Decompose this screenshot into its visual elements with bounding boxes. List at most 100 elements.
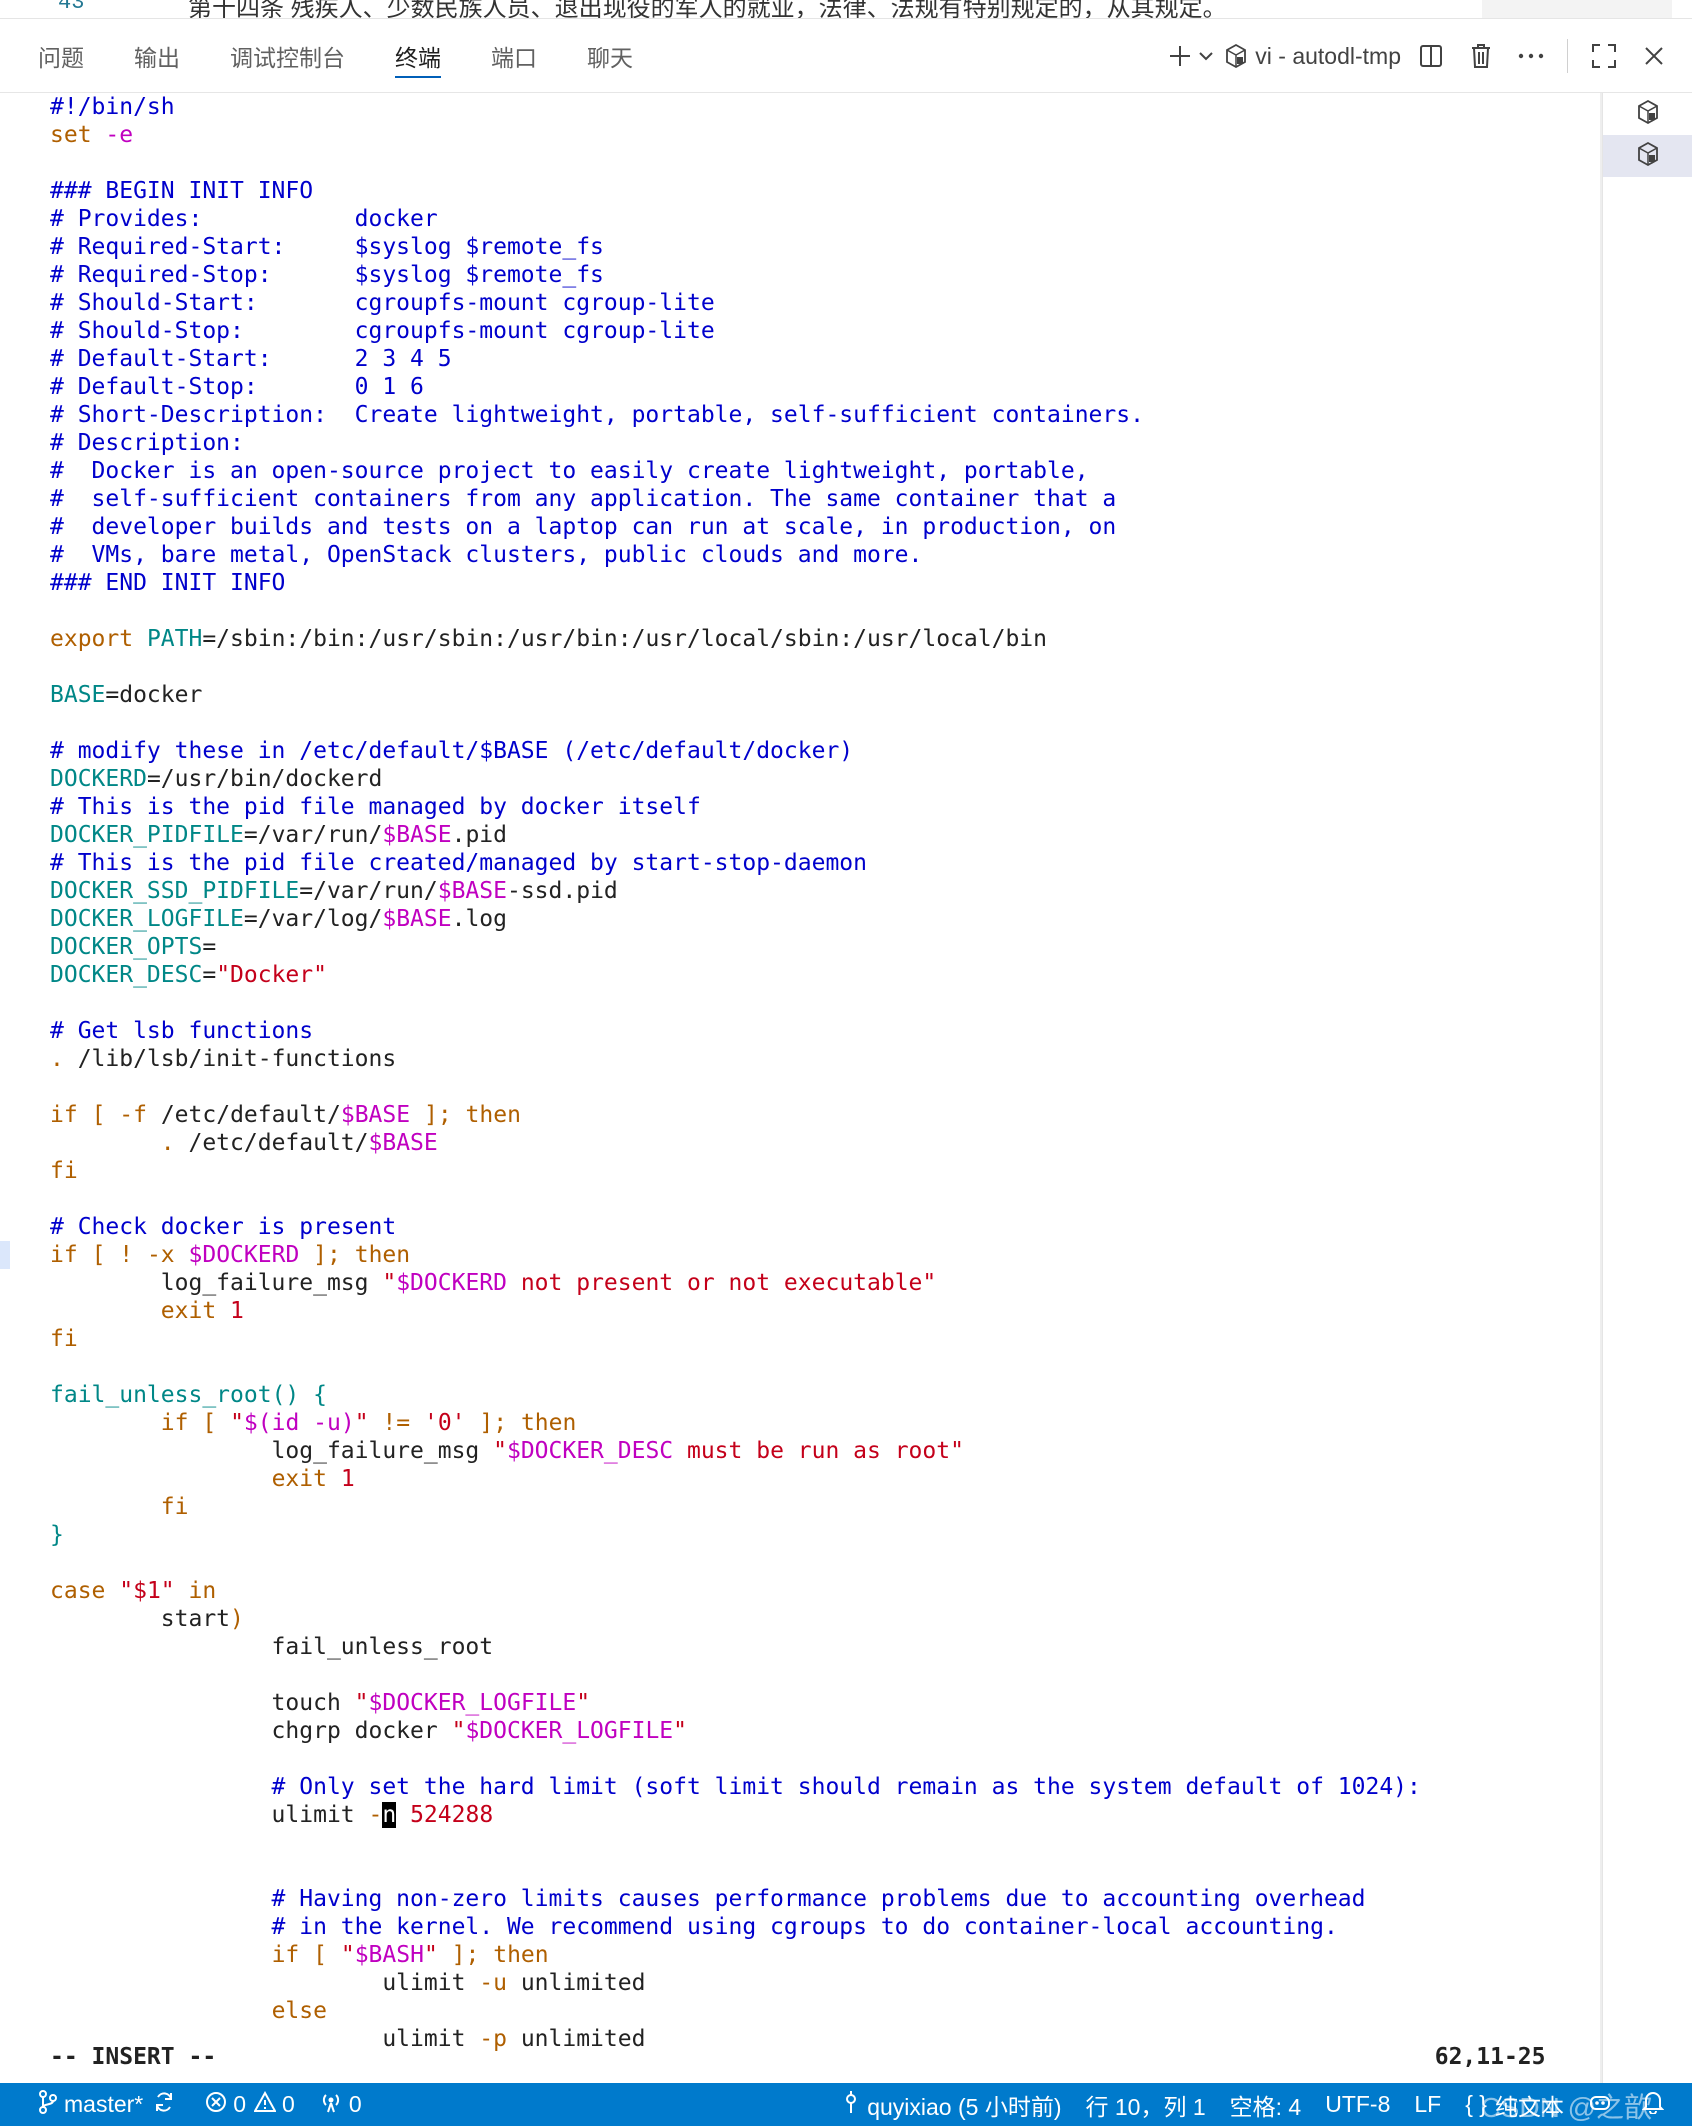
terminal-cube-icon bbox=[1635, 141, 1661, 172]
language-status[interactable]: { } 纯文本 bbox=[1453, 2083, 1576, 2126]
terminal-line: # VMs, bare metal, OpenStack clusters, p… bbox=[50, 541, 1421, 569]
code-token: $DOCKERD bbox=[188, 1242, 300, 1268]
terminal-line: #!/bin/sh bbox=[50, 93, 1421, 121]
branch-status[interactable]: master* bbox=[0, 2083, 193, 2126]
tab-label: 调试控制台 bbox=[230, 45, 345, 71]
terminal-output[interactable]: #!/bin/sh set -e ### BEGIN INIT INFO # Pro… bbox=[50, 93, 1546, 2070]
terminal-line: # Get lsb functions bbox=[50, 1017, 1421, 1045]
tab-debug-console[interactable]: 调试控制台 bbox=[230, 20, 345, 92]
terminal-list-item-active[interactable] bbox=[1603, 135, 1692, 177]
split-terminal-button[interactable] bbox=[1411, 36, 1451, 76]
eol-status[interactable]: LF bbox=[1402, 2083, 1453, 2126]
git-blame-status[interactable]: quyixiao (5 小时前) bbox=[829, 2083, 1073, 2126]
code-token: # Should-Start: cgroupfs-mount cgroup-li… bbox=[50, 290, 715, 316]
code-token: [ bbox=[313, 1942, 327, 1968]
terminal-line: else bbox=[50, 1997, 1421, 2025]
close-panel-button[interactable] bbox=[1634, 36, 1674, 76]
terminal-list-item[interactable] bbox=[1603, 93, 1692, 135]
code-token: DOCKER_OPTS bbox=[50, 934, 203, 960]
braces-icon: { } bbox=[1465, 2091, 1487, 2117]
ports-status[interactable]: 0 bbox=[307, 2083, 374, 2126]
terminal-cube-icon bbox=[1223, 43, 1249, 69]
code-token: # developer builds and tests on a laptop… bbox=[50, 514, 1117, 540]
indentation-status[interactable]: 空格: 4 bbox=[1218, 2083, 1314, 2126]
code-token: else bbox=[271, 1998, 327, 2024]
commit-icon bbox=[841, 2090, 867, 2120]
terminal-line: DOCKER_DESC="Docker" bbox=[50, 961, 1421, 989]
maximize-panel-button[interactable] bbox=[1584, 36, 1624, 76]
code-token: } bbox=[50, 1522, 64, 1548]
code-token: 1 bbox=[340, 1466, 355, 1492]
code-token: ### END INIT INFO bbox=[50, 570, 286, 596]
code-token: $DOCKER_DESC bbox=[506, 1438, 674, 1464]
terminal-line: . /lib/lsb/init-functions bbox=[50, 1045, 1421, 1073]
code-token: DOCKER_PIDFILE bbox=[50, 822, 244, 848]
code-token: DOCKER_LOGFILE bbox=[50, 906, 244, 932]
code-token: exit bbox=[160, 1298, 217, 1324]
code-token: -ssd.pid bbox=[506, 878, 618, 904]
tab-label: 聊天 bbox=[587, 45, 633, 71]
tab-terminal[interactable]: 终端 bbox=[395, 20, 441, 92]
problems-status[interactable]: 0 0 bbox=[193, 2083, 307, 2126]
terminal-line: if [ -f /etc/default/$BASE ]; then bbox=[50, 1101, 1421, 1129]
panel-header: 问题 输出 调试控制台 终端 端口 聊天 vi - autodl-tmp bbox=[0, 20, 1692, 93]
tab-problems[interactable]: 问题 bbox=[38, 20, 84, 92]
copilot-status[interactable] bbox=[1576, 2083, 1630, 2126]
terminal-line: set -e bbox=[50, 121, 1421, 149]
code-token: # self-sufficient containers from any ap… bbox=[50, 486, 1117, 512]
code-token: ### BEGIN INIT INFO bbox=[50, 178, 314, 204]
close-icon bbox=[1643, 45, 1665, 67]
code-token: = bbox=[202, 962, 217, 988]
cursor-position[interactable]: 行 10，列 1 bbox=[1073, 2083, 1217, 2126]
new-terminal-button[interactable] bbox=[1167, 36, 1213, 76]
git-branch-icon bbox=[38, 2089, 64, 2120]
terminal-view[interactable]: #!/bin/sh set -e ### BEGIN INIT INFO # Pro… bbox=[0, 93, 1600, 2083]
terminal-line: DOCKER_OPTS= bbox=[50, 933, 1421, 961]
terminal-line: if [ "$(id -u)" != '0' ]; then bbox=[50, 1409, 1421, 1437]
maximize-icon bbox=[1591, 43, 1617, 69]
minimap[interactable] bbox=[1482, 0, 1672, 18]
code-token: not present or not executable" bbox=[506, 1270, 937, 1296]
encoding-status[interactable]: UTF-8 bbox=[1313, 2083, 1402, 2126]
notifications-status[interactable] bbox=[1630, 2083, 1682, 2126]
code-token: log_failure_msg bbox=[50, 1270, 383, 1296]
code-token: fi bbox=[50, 1326, 78, 1352]
terminal-selector[interactable]: vi - autodl-tmp bbox=[1223, 36, 1401, 76]
terminal-line: # Having non-zero limits causes performa… bbox=[50, 1885, 1421, 1913]
tab-chat[interactable]: 聊天 bbox=[587, 20, 633, 92]
terminal-line: # Required-Start: $syslog $remote_fs bbox=[50, 233, 1421, 261]
kill-terminal-button[interactable] bbox=[1461, 36, 1501, 76]
code-token: " bbox=[493, 1438, 507, 1464]
code-token: $BASE bbox=[368, 1130, 438, 1156]
copilot-icon bbox=[1588, 2091, 1618, 2119]
code-token: # Short-Description: Create lightweight,… bbox=[50, 402, 1144, 428]
code-token: export bbox=[50, 626, 147, 652]
code-token: if bbox=[50, 1102, 78, 1128]
code-token: 524288 bbox=[410, 1802, 494, 1828]
panel-actions: vi - autodl-tmp bbox=[1157, 20, 1674, 92]
tab-label: 问题 bbox=[38, 45, 84, 71]
terminal-line: if [ ! -x $DOCKERD ]; then bbox=[50, 1241, 1421, 1269]
tab-label: 输出 bbox=[134, 45, 180, 71]
terminal-line: . /etc/default/$BASE bbox=[50, 1129, 1421, 1157]
tab-output[interactable]: 输出 bbox=[134, 20, 180, 92]
terminal-line: } bbox=[50, 1521, 1421, 1549]
code-token: ) bbox=[230, 1606, 244, 1632]
editor-strip: 43 第十四条 残疾人、少数民族人员、退出现役的军人的就业，法律、法规有特别规定… bbox=[0, 0, 1692, 19]
terminal-line: start) bbox=[50, 1605, 1421, 1633]
terminal-line: # Docker is an open-source project to ea… bbox=[50, 457, 1421, 485]
tab-ports[interactable]: 端口 bbox=[491, 20, 537, 92]
more-actions-button[interactable] bbox=[1511, 36, 1551, 76]
code-token: # Provides: docker bbox=[50, 206, 438, 232]
terminal-line: fail_unless_root() { bbox=[50, 1381, 1421, 1409]
